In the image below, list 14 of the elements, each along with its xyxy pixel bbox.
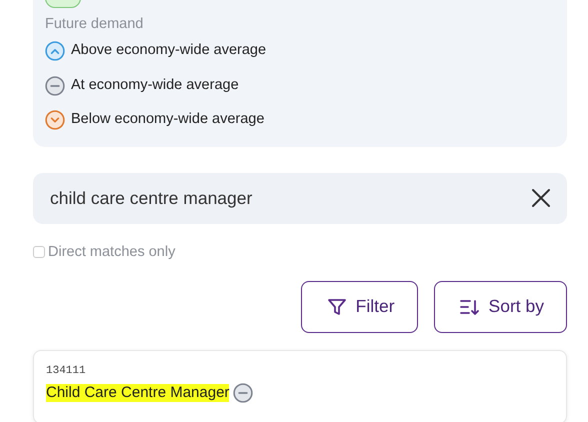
demand-icon bbox=[45, 41, 65, 62]
filter-button[interactable]: Filter bbox=[300, 280, 418, 332]
demand-icon bbox=[233, 383, 254, 403]
occupation-code: 134111 bbox=[46, 364, 87, 378]
close-icon[interactable] bbox=[531, 188, 551, 208]
search-field[interactable]: child care centre manager bbox=[33, 172, 567, 224]
legend-heading: Future demand bbox=[45, 15, 144, 34]
sort-button[interactable]: Sort by bbox=[434, 280, 567, 332]
demand-icon bbox=[45, 76, 65, 96]
legend-label: Below economy-wide average bbox=[71, 110, 264, 130]
legend-label: At economy-wide average bbox=[71, 76, 239, 95]
legend-label: Above economy-wide average bbox=[71, 41, 266, 60]
demand-icon bbox=[45, 110, 65, 130]
checkbox[interactable] bbox=[33, 246, 45, 258]
